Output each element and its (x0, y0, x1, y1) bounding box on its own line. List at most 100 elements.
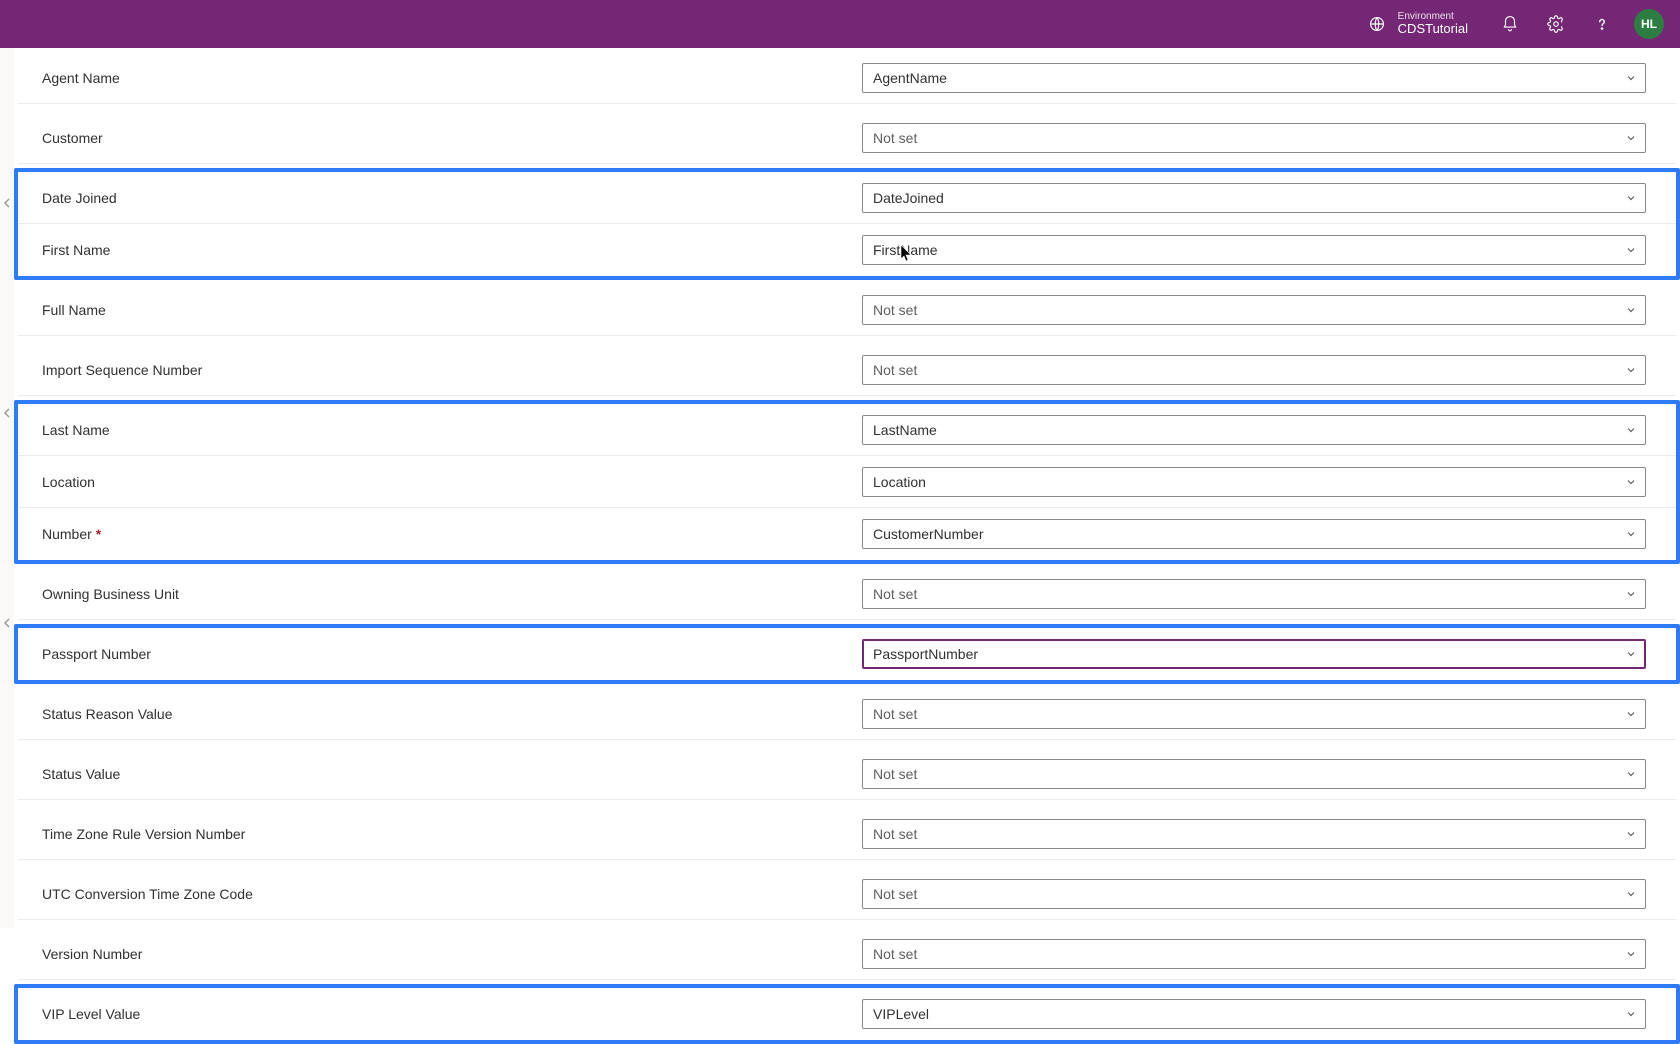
field-label-text: First Name (42, 242, 110, 258)
field-label-text: UTC Conversion Time Zone Code (42, 886, 253, 902)
row-group: Owning Business UnitNot set (14, 564, 1680, 624)
chevron-down-icon (1625, 588, 1637, 600)
chevron-down-icon (1625, 476, 1637, 488)
mapping-select[interactable]: Not set (862, 295, 1646, 325)
mapping-select[interactable]: Not set (862, 123, 1646, 153)
mapping-row: First Name FirstName (18, 224, 1676, 276)
row-group: Version Number Not set (14, 924, 1680, 984)
mapping-select[interactable]: DateJoined (862, 183, 1646, 213)
mapping-row: Version Number Not set (18, 928, 1676, 980)
field-value-wrap: LastName (862, 415, 1652, 445)
mapping-select[interactable]: Not set (862, 699, 1646, 729)
field-label-text: Passport Number (42, 646, 151, 662)
required-marker: * (96, 526, 101, 542)
chevron-down-icon (1625, 648, 1637, 660)
field-value-wrap: Not set (862, 699, 1652, 729)
field-label: Full Name (42, 302, 862, 318)
mapping-select[interactable]: Not set (862, 579, 1646, 609)
field-label-text: Import Sequence Number (42, 362, 202, 378)
mapping-select-value: Not set (873, 766, 917, 782)
environment-icon (1366, 13, 1388, 35)
field-label: Location (42, 474, 862, 490)
mapping-select-value: LastName (873, 422, 937, 438)
field-label-text: Status Reason Value (42, 706, 173, 722)
row-group: UTC Conversion Time Zone Code Not set (14, 864, 1680, 924)
field-label-text: Status Value (42, 766, 120, 782)
mapping-row: Import Sequence Number Not set (18, 344, 1676, 396)
mapping-select[interactable]: CustomerNumber (862, 519, 1646, 549)
mapping-select-value: Not set (873, 706, 917, 722)
notifications-icon[interactable] (1498, 12, 1522, 36)
mapping-row: LocationLocation (18, 456, 1676, 508)
chevron-down-icon (1625, 72, 1637, 84)
chevron-down-icon (1625, 708, 1637, 720)
field-label: Status Value (42, 766, 862, 782)
mapping-select[interactable]: Location (862, 467, 1646, 497)
chevron-down-icon (1625, 304, 1637, 316)
mapping-row: Full NameNot set (18, 284, 1676, 336)
chevron-down-icon (1625, 424, 1637, 436)
mapping-row: UTC Conversion Time Zone Code Not set (18, 868, 1676, 920)
field-label-text: Last Name (42, 422, 110, 438)
left-rail (0, 48, 14, 928)
avatar[interactable]: HL (1634, 9, 1664, 39)
field-value-wrap: PassportNumber (862, 639, 1652, 669)
mapping-row: Owning Business UnitNot set (18, 568, 1676, 620)
chevron-down-icon (1625, 192, 1637, 204)
row-group: Status Value Not set (14, 744, 1680, 804)
mapping-row: Agent NameAgentName (18, 52, 1676, 104)
mapping-select[interactable]: Not set (862, 879, 1646, 909)
mapping-select[interactable]: PassportNumber (862, 639, 1646, 669)
chevron-down-icon (1625, 768, 1637, 780)
mapping-select[interactable]: LastName (862, 415, 1646, 445)
mapping-select[interactable]: Not set (862, 355, 1646, 385)
field-value-wrap: CustomerNumber (862, 519, 1652, 549)
rail-chevron-icon[interactable] (2, 408, 12, 418)
mapping-row: Status Reason Value Not set (18, 688, 1676, 740)
field-label: UTC Conversion Time Zone Code (42, 886, 862, 902)
settings-icon[interactable] (1544, 12, 1568, 36)
field-label-text: Version Number (42, 946, 142, 962)
mapping-select[interactable]: Not set (862, 939, 1646, 969)
mapping-select-value: Not set (873, 946, 917, 962)
field-value-wrap: Not set (862, 759, 1652, 789)
mapping-select-value: Not set (873, 886, 917, 902)
mapping-select[interactable]: Not set (862, 759, 1646, 789)
environment-display[interactable]: Environment CDSTutorial (1366, 11, 1468, 36)
row-group: Import Sequence Number Not set (14, 340, 1680, 400)
field-mapping-list: Agent NameAgentName Customer Not set Date J… (14, 48, 1680, 1044)
mapping-select-value: Not set (873, 586, 917, 602)
mapping-select[interactable]: VIPLevel (862, 999, 1646, 1029)
chevron-down-icon (1625, 948, 1637, 960)
mapping-select[interactable]: FirstName (862, 235, 1646, 265)
field-value-wrap: DateJoined (862, 183, 1652, 213)
mapping-select-value: Not set (873, 826, 917, 842)
rail-chevron-icon[interactable] (2, 618, 12, 628)
mapping-row: VIP Level ValueVIPLevel (18, 988, 1676, 1040)
rail-chevron-icon[interactable] (2, 198, 12, 208)
field-label-text: Date Joined (42, 190, 117, 206)
mapping-select[interactable]: Not set (862, 819, 1646, 849)
mapping-select-value: Not set (873, 130, 917, 146)
environment-name: CDSTutorial (1398, 22, 1468, 36)
mapping-row: Status Value Not set (18, 748, 1676, 800)
mapping-select[interactable]: AgentName (862, 63, 1646, 93)
mapping-select-value: FirstName (873, 242, 938, 258)
highlight-group: Passport Number PassportNumber (14, 624, 1680, 684)
chevron-down-icon (1625, 132, 1637, 144)
row-group: Agent NameAgentName (14, 48, 1680, 108)
field-label: Version Number (42, 946, 862, 962)
field-value-wrap: Location (862, 467, 1652, 497)
help-icon[interactable] (1590, 12, 1614, 36)
highlight-group: Date Joined DateJoined First Name FirstName (14, 168, 1680, 280)
field-value-wrap: AgentName (862, 63, 1652, 93)
field-label: Agent Name (42, 70, 862, 86)
environment-text: Environment CDSTutorial (1398, 11, 1468, 36)
field-label-text: Customer (42, 130, 103, 146)
field-label: Last Name (42, 422, 862, 438)
row-group: Customer Not set (14, 108, 1680, 168)
field-value-wrap: FirstName (862, 235, 1652, 265)
field-value-wrap: Not set (862, 939, 1652, 969)
mapping-row: Number*CustomerNumber (18, 508, 1676, 560)
row-group: Full NameNot set (14, 280, 1680, 340)
